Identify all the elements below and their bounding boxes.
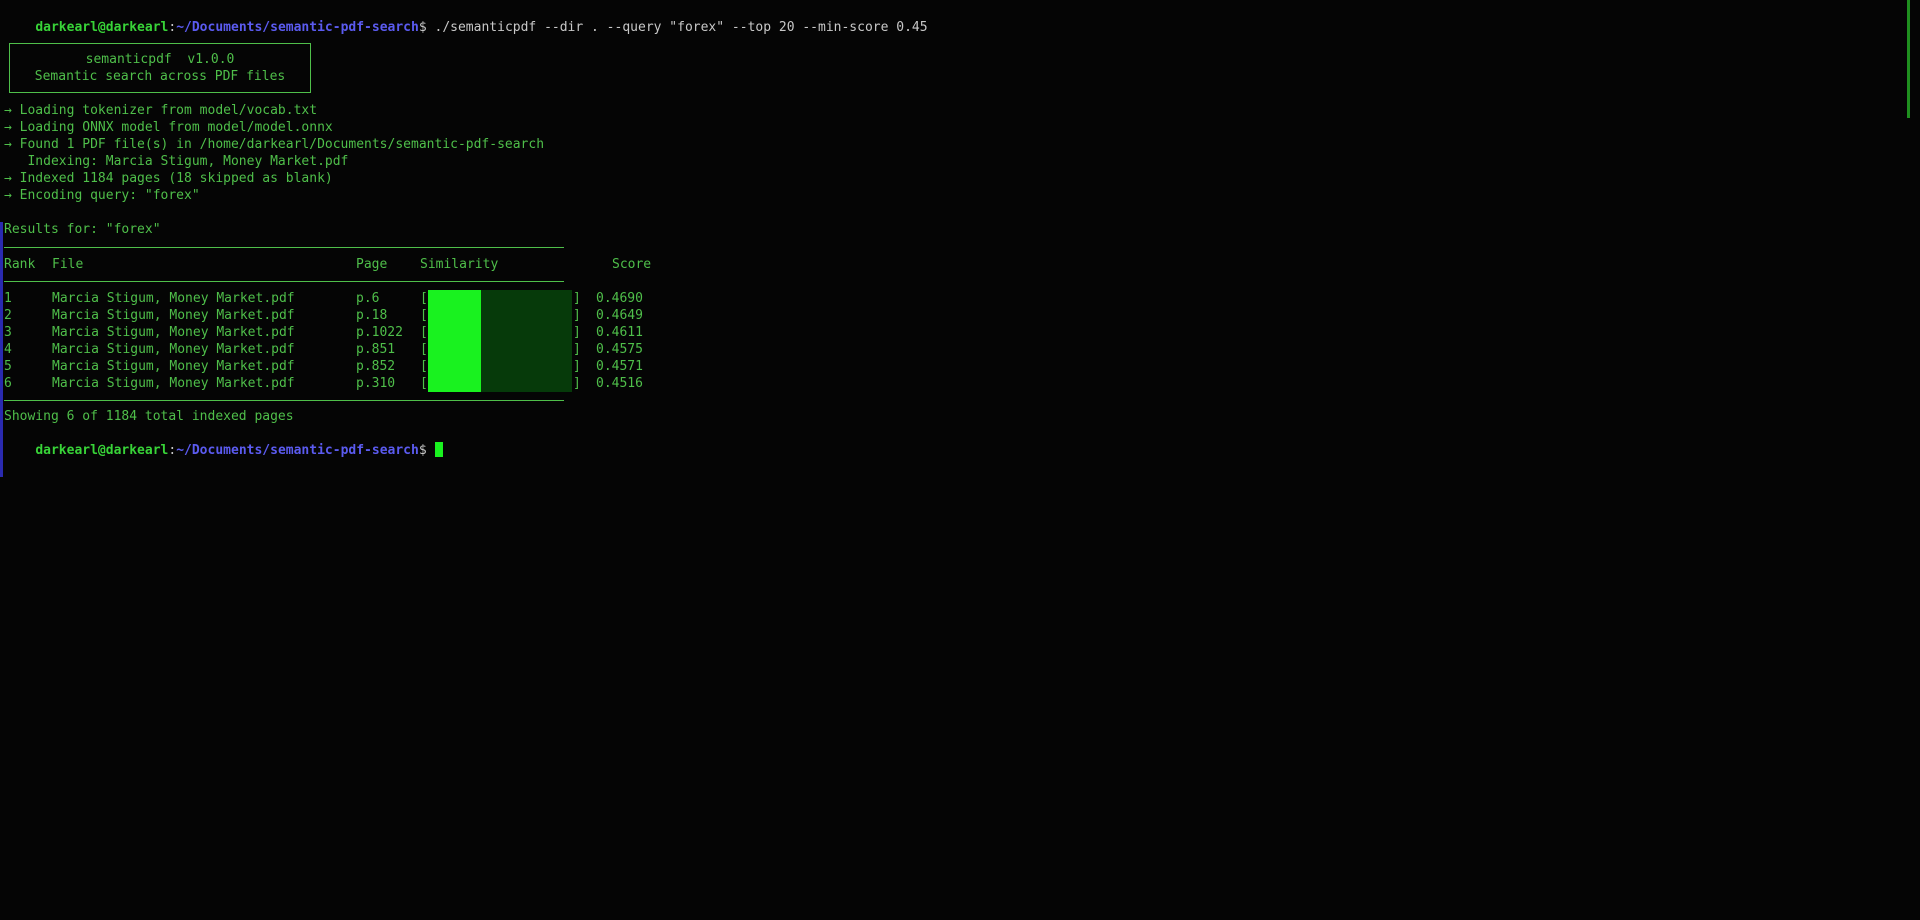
cell-page: p.6 <box>356 291 380 306</box>
results-heading: Results for: "forex" <box>4 222 161 237</box>
bracket-close: ] <box>573 325 581 340</box>
bracket-close: ] <box>573 376 581 391</box>
cell-file: Marcia Stigum, Money Market.pdf <box>52 376 295 391</box>
cell-page: p.851 <box>356 342 396 357</box>
cell-score: 0.4516 <box>596 376 643 391</box>
terminal-window[interactable]: darkearl@darkearl:~/Documents/semantic-p… <box>0 0 1920 920</box>
log-line: → Indexed 1184 pages (18 skipped as blan… <box>4 171 333 186</box>
cell-file: Marcia Stigum, Money Market.pdf <box>52 342 295 357</box>
cell-page: p.18 <box>356 308 388 323</box>
cell-rank: 4 <box>4 342 12 357</box>
log-line: Indexing: Marcia Stigum, Money Market.pd… <box>4 154 349 169</box>
log-line: → Encoding query: "forex" <box>4 188 200 203</box>
prompt-user-host: darkearl@darkearl <box>35 443 169 458</box>
bracket-open: [ <box>420 376 428 391</box>
cell-rank: 3 <box>4 325 12 340</box>
cell-rank: 6 <box>4 376 12 391</box>
bracket-open: [ <box>420 325 428 340</box>
log-line: → Found 1 PDF file(s) in /home/darkearl/… <box>4 137 545 152</box>
scrollbar[interactable] <box>1907 0 1910 118</box>
cell-rank: 1 <box>4 291 12 306</box>
prompt-user-host: darkearl@darkearl <box>35 20 169 35</box>
log-line: → Loading ONNX model from model/model.on… <box>4 120 333 135</box>
divider <box>4 400 564 401</box>
cell-page: p.1022 <box>356 325 403 340</box>
text-cursor <box>434 442 443 457</box>
prompt-dollar: $ <box>418 20 427 35</box>
log-line: → Loading tokenizer from model/vocab.txt <box>4 103 318 118</box>
command-text: ./semanticpdf --dir . --query "forex" --… <box>426 20 928 35</box>
cell-score: 0.4571 <box>596 359 643 374</box>
cell-score: 0.4611 <box>596 325 643 340</box>
similarity-bar <box>428 307 572 324</box>
bracket-close: ] <box>573 308 581 323</box>
cell-score: 0.4649 <box>596 308 643 323</box>
similarity-bar-fill <box>428 375 482 392</box>
cell-file: Marcia Stigum, Money Market.pdf <box>52 325 295 340</box>
prompt-path: ~/Documents/semantic-pdf-search <box>176 443 419 458</box>
bracket-open: [ <box>420 342 428 357</box>
similarity-bar-fill <box>428 341 482 358</box>
bracket-open: [ <box>420 308 428 323</box>
divider <box>4 281 564 282</box>
cell-rank: 2 <box>4 308 12 323</box>
bracket-close: ] <box>573 359 581 374</box>
similarity-bar-fill <box>428 307 482 324</box>
similarity-bar <box>428 358 572 375</box>
banner-title: semanticpdf v1.0.0 <box>85 52 235 67</box>
bracket-open: [ <box>420 291 428 306</box>
similarity-bar-fill <box>428 358 482 375</box>
similarity-bar <box>428 341 572 358</box>
similarity-bar-fill <box>428 290 482 307</box>
bracket-close: ] <box>573 342 581 357</box>
scroll-marker-left <box>0 222 3 477</box>
header-similarity: Similarity <box>420 257 499 272</box>
prompt-dollar: $ <box>418 443 427 458</box>
cell-file: Marcia Stigum, Money Market.pdf <box>52 359 295 374</box>
divider <box>4 247 564 248</box>
header-page: Page <box>356 257 388 272</box>
header-file: File <box>52 257 84 272</box>
similarity-bar <box>428 375 572 392</box>
bracket-open: [ <box>420 359 428 374</box>
cell-file: Marcia Stigum, Money Market.pdf <box>52 308 295 323</box>
cell-page: p.852 <box>356 359 396 374</box>
command-line: darkearl@darkearl:~/Documents/semantic-p… <box>4 2 927 35</box>
prompt-path: ~/Documents/semantic-pdf-search <box>176 20 419 35</box>
cell-score: 0.4575 <box>596 342 643 357</box>
similarity-bar <box>428 290 572 307</box>
bracket-close: ] <box>573 291 581 306</box>
cell-page: p.310 <box>356 376 396 391</box>
cell-rank: 5 <box>4 359 12 374</box>
header-score: Score <box>612 257 652 272</box>
results-footer: Showing 6 of 1184 total indexed pages <box>4 409 294 424</box>
prompt-line[interactable]: darkearl@darkearl:~/Documents/semantic-p… <box>4 425 443 458</box>
header-rank: Rank <box>4 257 36 272</box>
cell-file: Marcia Stigum, Money Market.pdf <box>52 291 295 306</box>
app-banner: semanticpdf v1.0.0 Semantic search acros… <box>9 43 311 93</box>
banner-subtitle: Semantic search across PDF files <box>34 69 286 84</box>
similarity-bar-fill <box>428 324 482 341</box>
similarity-bar <box>428 324 572 341</box>
cell-score: 0.4690 <box>596 291 643 306</box>
